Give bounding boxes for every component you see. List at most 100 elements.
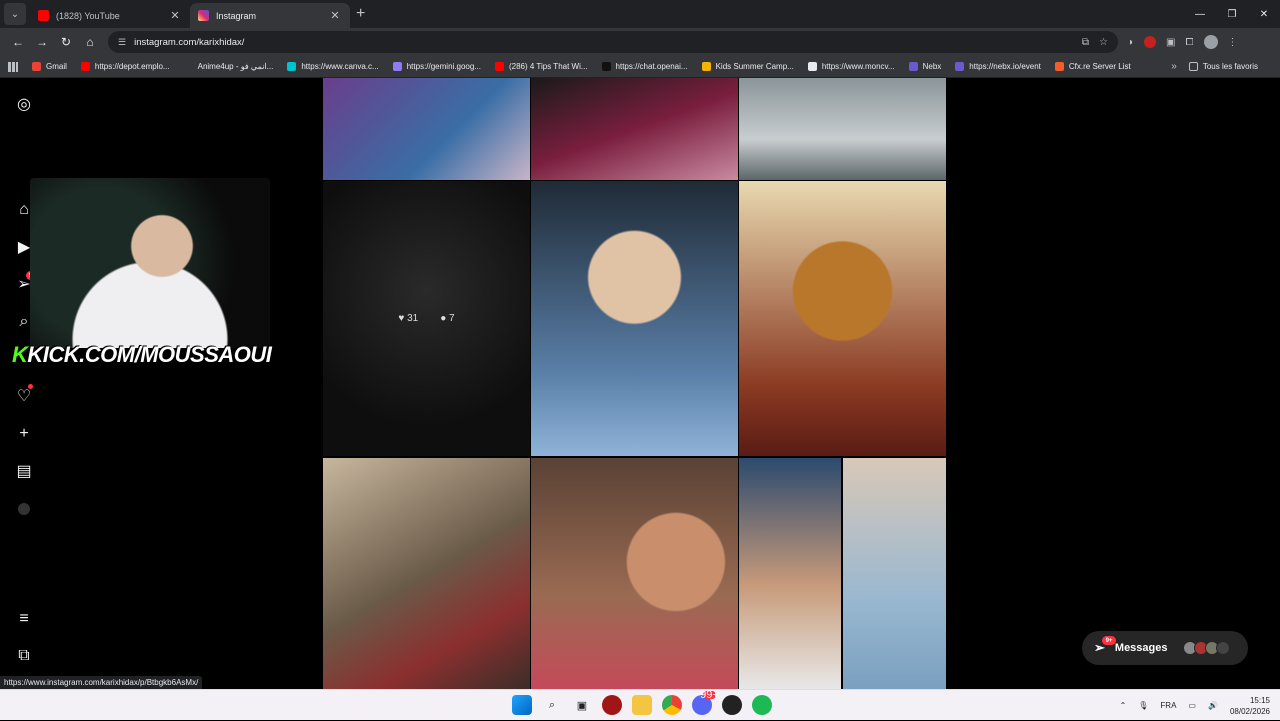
close-tab-icon[interactable]: ✕ xyxy=(328,9,342,22)
bookmark-item[interactable]: Gmail xyxy=(32,62,67,71)
windows-start-icon[interactable] xyxy=(512,695,532,715)
profile-avatar-nav[interactable] xyxy=(14,499,34,519)
back-icon[interactable]: ← xyxy=(6,35,30,49)
app-icon[interactable] xyxy=(602,695,622,715)
chrome-icon[interactable] xyxy=(662,695,682,715)
extension-icon[interactable]: ▣ xyxy=(1166,37,1175,48)
close-window-icon[interactable]: ✕ xyxy=(1248,0,1280,28)
bookmark-label: https://nebx.io/event xyxy=(969,62,1041,71)
more-menu-icon[interactable]: ⋮ xyxy=(1228,37,1238,48)
bookmark-item[interactable]: https://nebx.io/event xyxy=(955,62,1041,71)
puzzle-icon[interactable]: ⧠ xyxy=(1186,37,1194,48)
bookmark-item[interactable]: https://www.moncv... xyxy=(807,62,895,71)
post-thumbnail[interactable] xyxy=(531,78,738,180)
post-thumbnail[interactable] xyxy=(843,458,946,689)
bookmark-label: Gmail xyxy=(46,62,67,71)
search-icon[interactable]: ⌕ xyxy=(542,695,562,715)
home-icon[interactable]: ⌂ xyxy=(78,35,102,49)
tab-youtube[interactable]: (1828) YouTube ✕ xyxy=(30,3,190,28)
bookmark-item[interactable]: https://depot.emplo... xyxy=(80,62,170,71)
bookmark-item[interactable]: (286) 4 Tips That Wi... xyxy=(494,62,588,71)
messages-button[interactable]: ➢ 9+ Messages xyxy=(1082,631,1248,665)
bookmark-favicon-icon xyxy=(183,62,193,71)
create-plus-icon[interactable]: + xyxy=(14,424,34,444)
bookmark-favicon-icon xyxy=(908,62,918,71)
instagram-logo-icon[interactable]: ◎ xyxy=(14,94,34,114)
more-bookmarks-icon[interactable]: » xyxy=(1171,61,1177,72)
browser-toolbar: ← → ↻ ⌂ ☰ instagram.com/karixhidax/ ⧉ ☆ … xyxy=(0,28,1280,56)
status-bar-url: https://www.instagram.com/karixhidax/p/B… xyxy=(0,676,203,689)
youtube-icon xyxy=(38,10,49,21)
extension-icon[interactable] xyxy=(1144,36,1157,48)
forward-icon[interactable]: → xyxy=(30,35,54,49)
install-app-icon[interactable]: ⧉ xyxy=(1082,37,1089,48)
language-indicator[interactable]: FRA xyxy=(1160,701,1176,710)
tab-title: Instagram xyxy=(216,10,257,21)
post-thumbnail[interactable] xyxy=(531,181,738,456)
network-icon[interactable]: ▭ xyxy=(1188,701,1196,710)
bookmark-label: https://www.canva.c... xyxy=(301,62,379,71)
apps-grid-icon[interactable] xyxy=(8,61,18,72)
bookmark-favicon-icon xyxy=(32,62,41,71)
close-tab-icon[interactable]: ✕ xyxy=(168,9,182,22)
bookmark-item[interactable]: https://chat.openai... xyxy=(601,62,688,71)
more-menu-nav-icon[interactable]: ≡ xyxy=(14,609,34,629)
likes-count: ♥ 31 xyxy=(398,313,419,324)
time: 15:15 xyxy=(1249,695,1270,705)
window-controls: — ❐ ✕ xyxy=(1184,0,1280,28)
dashboard-icon[interactable]: ▤ xyxy=(14,461,34,481)
post-thumbnail[interactable] xyxy=(531,458,738,689)
all-bookmarks-folder[interactable]: Tous les favoris xyxy=(1188,62,1258,71)
bookmark-item[interactable]: https://www.canva.c... xyxy=(287,62,379,71)
system-tray: ⌃ 🎙 FRA ▭ 🔊 15:15 08/02/2026 xyxy=(1120,690,1270,721)
more-avatars xyxy=(1215,641,1230,655)
spotify-icon[interactable] xyxy=(752,695,772,715)
tab-instagram[interactable]: Instagram ✕ xyxy=(190,3,350,28)
bookmark-item[interactable]: Nebx xyxy=(908,62,941,71)
bookmark-favicon-icon xyxy=(807,62,817,71)
bookmark-label: Anime4up - انمي فو... xyxy=(197,62,274,71)
chevron-up-icon[interactable]: ⌃ xyxy=(1120,701,1127,710)
new-tab-button[interactable]: + xyxy=(356,5,365,23)
bookmark-item[interactable]: Anime4up - انمي فو... xyxy=(183,62,274,71)
address-bar[interactable]: ☰ instagram.com/karixhidax/ ⧉ ☆ xyxy=(108,31,1118,53)
post-thumbnail[interactable] xyxy=(739,458,841,689)
profile-avatar[interactable] xyxy=(1203,35,1218,49)
post-thumbnail[interactable] xyxy=(323,458,530,689)
notifications-heart-icon[interactable]: ♡ xyxy=(14,384,34,406)
bookmark-item[interactable]: Kids Summer Camp... xyxy=(701,62,794,71)
instagram-sidebar: ◎ ⌂ ▶ ➢ 9 ⌕ ♡ + ▤ ≡ ⧉ xyxy=(0,78,48,689)
file-explorer-icon[interactable] xyxy=(632,695,652,715)
post-thumbnail[interactable] xyxy=(739,181,946,456)
tab-search-chevron-icon[interactable]: ⌄ xyxy=(4,3,26,25)
restore-icon[interactable]: ❐ xyxy=(1216,0,1248,28)
message-avatars xyxy=(1182,641,1230,655)
bookmark-label: https://chat.openai... xyxy=(615,62,688,71)
messages-badge: 9+ xyxy=(1102,636,1116,645)
post-stats-overlay: ♥ 31 ● 7 xyxy=(323,181,530,456)
messages-label: Messages xyxy=(1114,642,1168,654)
app-icon[interactable] xyxy=(722,695,742,715)
bookmark-favicon-icon xyxy=(1054,62,1064,71)
task-view-icon[interactable]: ▣ xyxy=(572,695,592,715)
bookmark-favicon-icon xyxy=(601,62,611,71)
post-thumbnail-hovered[interactable]: ♥ 31 ● 7 xyxy=(323,181,530,456)
site-info-icon[interactable]: ☰ xyxy=(118,37,126,48)
bookmark-item[interactable]: https://gemini.goog... xyxy=(392,62,481,71)
reload-icon[interactable]: ↻ xyxy=(54,35,78,49)
volume-icon[interactable]: 🔊 xyxy=(1208,701,1218,710)
minimize-icon[interactable]: — xyxy=(1184,0,1216,28)
clock[interactable]: 15:15 08/02/2026 xyxy=(1230,695,1270,717)
streamer-webcam xyxy=(30,178,270,348)
bookmark-item[interactable]: Cfx.re Server List xyxy=(1054,62,1131,71)
bookmark-favicon-icon xyxy=(80,62,90,71)
bookmark-star-icon[interactable]: ☆ xyxy=(1099,37,1108,48)
post-thumbnail[interactable] xyxy=(739,78,946,180)
discord-icon[interactable]: 99+ xyxy=(692,689,719,715)
also-from-meta-icon[interactable]: ⧉ xyxy=(14,646,34,666)
discord-badge: 99+ xyxy=(700,689,719,701)
post-thumbnail[interactable] xyxy=(323,78,530,180)
extension-icon[interactable]: ◗ xyxy=(1128,37,1134,48)
bookmark-favicon-icon xyxy=(287,62,297,71)
microphone-icon[interactable]: 🎙 xyxy=(1138,701,1148,710)
